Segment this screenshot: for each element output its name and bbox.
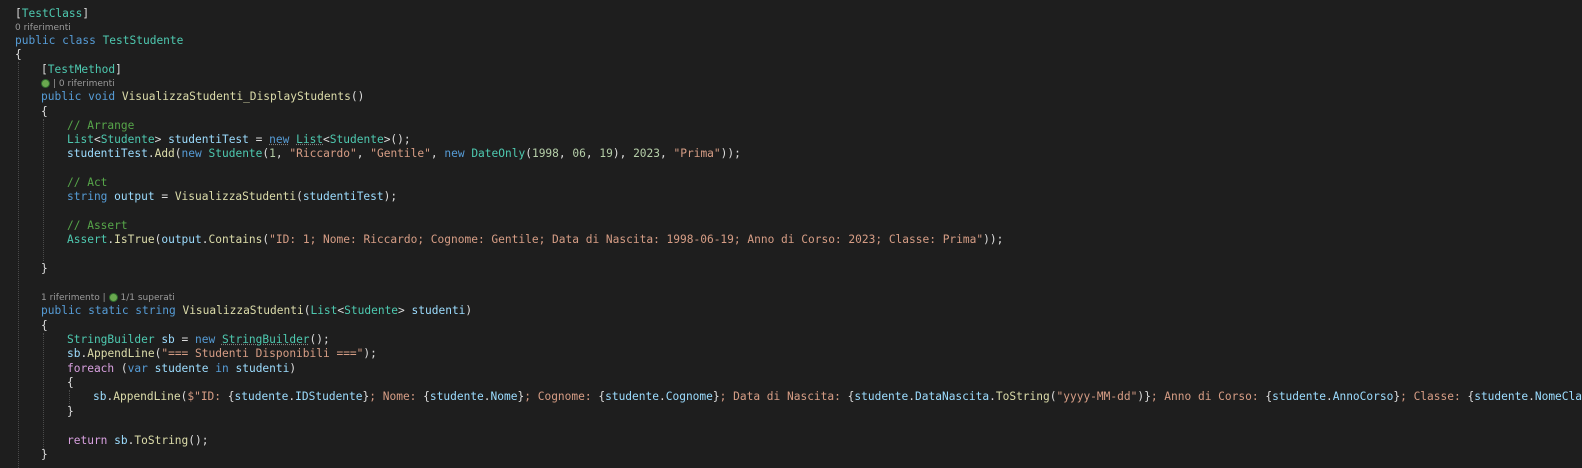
code-line: // Arrange <box>67 119 135 132</box>
code-lens-method1[interactable]: | 0 riferimenti <box>41 78 115 90</box>
code-line: { <box>41 319 48 332</box>
code-editor[interactable]: [TestClass] 0 riferimenti public class T… <box>0 0 1582 468</box>
code-lens-references[interactable]: 0 riferimenti <box>15 22 71 34</box>
code-line: { <box>67 376 74 389</box>
code-line: } <box>41 262 48 275</box>
code-line: Assert.IsTrue(output.Contains("ID: 1; No… <box>67 233 1004 246</box>
code-line: // Assert <box>67 219 128 232</box>
code-line: studentiTest.Add(new Studente(1, "Riccar… <box>67 147 741 160</box>
test-passed-dot-icon <box>41 79 50 88</box>
class-name: TestStudente <box>102 34 184 47</box>
code-line: return sb.ToString(); <box>67 434 209 447</box>
code-line: { <box>15 48 22 61</box>
code-line: public class TestStudente <box>15 34 184 47</box>
code-lens-method2[interactable]: 1 riferimento | 1/1 superati <box>41 292 175 304</box>
code-line: string output = VisualizzaStudenti(stude… <box>67 190 398 203</box>
code-line: foreach (var studente in studenti) <box>67 362 297 375</box>
code-line: } <box>67 405 74 418</box>
method-name: VisualizzaStudenti <box>182 304 304 317</box>
code-line: [TestMethod] <box>41 63 122 76</box>
indent-guide <box>43 333 44 449</box>
code-line: } <box>41 448 48 461</box>
code-line: sb.AppendLine($"ID: {studente.IDStudente… <box>93 390 1582 403</box>
code-line: sb.AppendLine("=== Studenti Disponibili … <box>67 347 377 360</box>
test-passed-dot-icon <box>108 293 118 302</box>
indent-guide <box>43 119 44 261</box>
indent-guide <box>69 390 70 406</box>
indent-guide <box>18 62 19 468</box>
code-line: StringBuilder sb = new StringBuilder(); <box>67 333 330 346</box>
code-line: // Act <box>67 176 108 189</box>
code-line: List<Studente> studentiTest = new List<S… <box>67 133 411 146</box>
code-line: { <box>41 105 48 118</box>
code-line: public static string VisualizzaStudenti(… <box>41 304 473 317</box>
code-line: public void VisualizzaStudenti_DisplaySt… <box>41 90 365 103</box>
method-name: VisualizzaStudenti_DisplayStudents <box>121 90 351 103</box>
code-line: [TestClass] <box>15 7 90 20</box>
